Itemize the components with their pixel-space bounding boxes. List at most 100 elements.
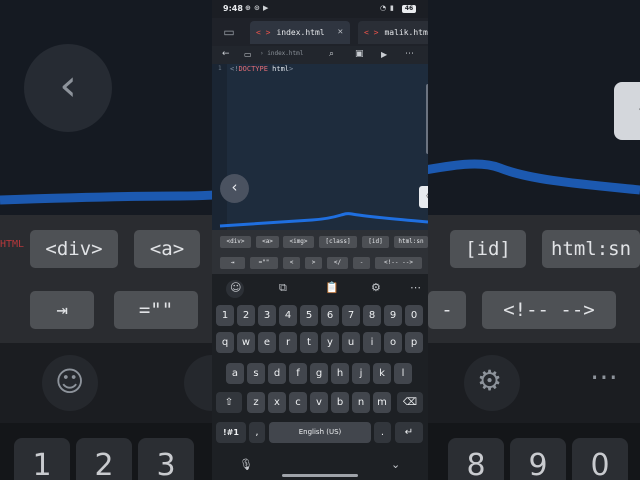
key-f[interactable]: f — [289, 363, 307, 384]
home-indicator[interactable] — [282, 474, 358, 477]
key-v[interactable]: v — [310, 392, 328, 413]
chip-greater-than[interactable]: > — [305, 257, 322, 269]
bg-gear-icon: ⚙ — [477, 364, 503, 397]
key-q[interactable]: q — [216, 332, 234, 353]
key-h[interactable]: h — [331, 363, 349, 384]
signal-icon: ▮ — [390, 4, 394, 12]
chip-img[interactable]: <img> — [283, 236, 314, 248]
backspace-key-icon[interactable]: ⌫ — [397, 392, 423, 413]
sticker-icon[interactable]: ⧉ — [279, 281, 287, 295]
chip-attribute[interactable]: ="" — [250, 257, 278, 269]
more-icon[interactable]: ⋯ — [405, 49, 414, 59]
key-k[interactable]: k — [373, 363, 391, 384]
microphone-icon[interactable]: 🎙 — [239, 458, 253, 471]
breadcrumb-file: index.html — [267, 50, 304, 57]
clipboard-icon[interactable]: 📋 — [325, 281, 339, 294]
key-n[interactable]: n — [352, 392, 370, 413]
key-g[interactable]: g — [310, 363, 328, 384]
chip-html-snippet[interactable]: html:sn — [394, 236, 428, 248]
save-icon[interactable]: ▣ — [355, 49, 364, 59]
bg-emoji-icon: ☺ — [55, 365, 85, 398]
key-8[interactable]: 8 — [363, 305, 381, 326]
back-arrow-icon[interactable]: ← — [222, 49, 230, 59]
shift-key-icon[interactable]: ⇧ — [216, 392, 242, 413]
code-line[interactable]: <!DOCTYPE html> — [230, 65, 293, 73]
search-icon[interactable]: ⌕ — [329, 49, 334, 59]
bg-chip: - — [428, 291, 466, 329]
key-period[interactable]: . — [374, 422, 391, 443]
emoji-icon[interactable]: ☺ — [230, 281, 241, 294]
key-1[interactable]: 1 — [216, 305, 234, 326]
key-0[interactable]: 0 — [405, 305, 423, 326]
key-p[interactable]: p — [405, 332, 423, 353]
key-2[interactable]: 2 — [237, 305, 255, 326]
youtube-icon: ▶ — [263, 4, 269, 12]
chip-tab[interactable]: ⇥ — [220, 257, 245, 269]
space-bar[interactable]: English (US) — [269, 422, 371, 443]
key-x[interactable]: x — [268, 392, 286, 413]
key-s[interactable]: s — [247, 363, 265, 384]
chip-dash[interactable]: - — [353, 257, 370, 269]
bg-chip: [id] — [450, 230, 526, 268]
key-w[interactable]: w — [237, 332, 255, 353]
tab-index-html[interactable]: < > index.html ✕ — [250, 21, 350, 44]
chip-div[interactable]: <div> — [220, 236, 251, 248]
key-r[interactable]: r — [279, 332, 297, 353]
key-5[interactable]: 5 — [300, 305, 318, 326]
side-panel-tab-icon[interactable]: 〈 — [419, 186, 428, 208]
key-z[interactable]: z — [247, 392, 265, 413]
bg-side-tab-icon: 〈 — [614, 82, 640, 140]
key-j[interactable]: j — [352, 363, 370, 384]
key-t[interactable]: t — [300, 332, 318, 353]
bg-chip: ="" — [114, 291, 198, 329]
chip-class[interactable]: [class] — [319, 236, 357, 248]
key-9[interactable]: 9 — [384, 305, 402, 326]
keyboard-toolbar: ☺ ⧉ 📋 ⚙ ⋯ — [212, 274, 428, 302]
key-o[interactable]: o — [384, 332, 402, 353]
scroll-handle[interactable] — [426, 84, 428, 154]
tab-malik-html[interactable]: < > malik.html — [358, 21, 428, 44]
run-icon[interactable]: ▶ — [381, 50, 387, 59]
key-u[interactable]: u — [342, 332, 360, 353]
bg-number-key: 0 — [572, 438, 628, 480]
key-m[interactable]: m — [373, 392, 391, 413]
bg-more-icon: ⋯ — [590, 360, 618, 393]
chip-less-than[interactable]: < — [283, 257, 300, 269]
close-icon[interactable]: ✕ — [338, 21, 343, 44]
key-6[interactable]: 6 — [321, 305, 339, 326]
folder-icon[interactable]: ▭ — [212, 18, 246, 46]
key-y[interactable]: y — [321, 332, 339, 353]
gear-icon[interactable]: ⚙ — [371, 281, 381, 294]
collapse-chevron-icon[interactable]: ‹ — [220, 174, 249, 203]
bg-number-key: 3 — [138, 438, 194, 480]
symbols-key[interactable]: !#1 — [216, 422, 246, 443]
key-c[interactable]: c — [289, 392, 307, 413]
status-bar: 9:48 ⊕ ⊙ ▶ ◔ ▮ 46 — [212, 0, 428, 18]
chip-closing-tag[interactable]: </ — [327, 257, 348, 269]
folder-icon[interactable]: ▭ — [244, 50, 252, 59]
key-comma[interactable]: , — [249, 422, 265, 443]
key-b[interactable]: b — [331, 392, 349, 413]
hide-keyboard-chevron-icon[interactable]: ⌄ — [391, 458, 400, 471]
chip-comment[interactable]: <!-- --> — [375, 257, 422, 269]
more-icon[interactable]: ⋯ — [410, 281, 421, 294]
chip-a[interactable]: <a> — [256, 236, 279, 248]
bg-gutter-label: HTML — [0, 239, 25, 250]
key-e[interactable]: e — [258, 332, 276, 353]
key-d[interactable]: d — [268, 363, 286, 384]
key-l[interactable]: l — [394, 363, 412, 384]
key-a[interactable]: a — [226, 363, 244, 384]
breadcrumb[interactable]: › index.html — [260, 50, 303, 57]
bg-number-key: 2 — [76, 438, 132, 480]
snippet-bar: <div> <a> <img> [class] [id] html:sn ⇥ =… — [212, 230, 428, 274]
chip-id[interactable]: [id] — [362, 236, 389, 248]
key-i[interactable]: i — [363, 332, 381, 353]
key-3[interactable]: 3 — [258, 305, 276, 326]
key-7[interactable]: 7 — [342, 305, 360, 326]
code-editor[interactable]: 1 <!DOCTYPE html> ‹ 〈 — [212, 64, 428, 230]
key-4[interactable]: 4 — [279, 305, 297, 326]
phone-screen: 9:48 ⊕ ⊙ ▶ ◔ ▮ 46 ▭ < > index.html ✕ < > m… — [212, 0, 428, 480]
whatsapp-icon: ⊙ — [254, 4, 260, 12]
enter-key-icon[interactable]: ↵ — [395, 422, 423, 443]
html-tag-icon: < > — [364, 28, 379, 37]
